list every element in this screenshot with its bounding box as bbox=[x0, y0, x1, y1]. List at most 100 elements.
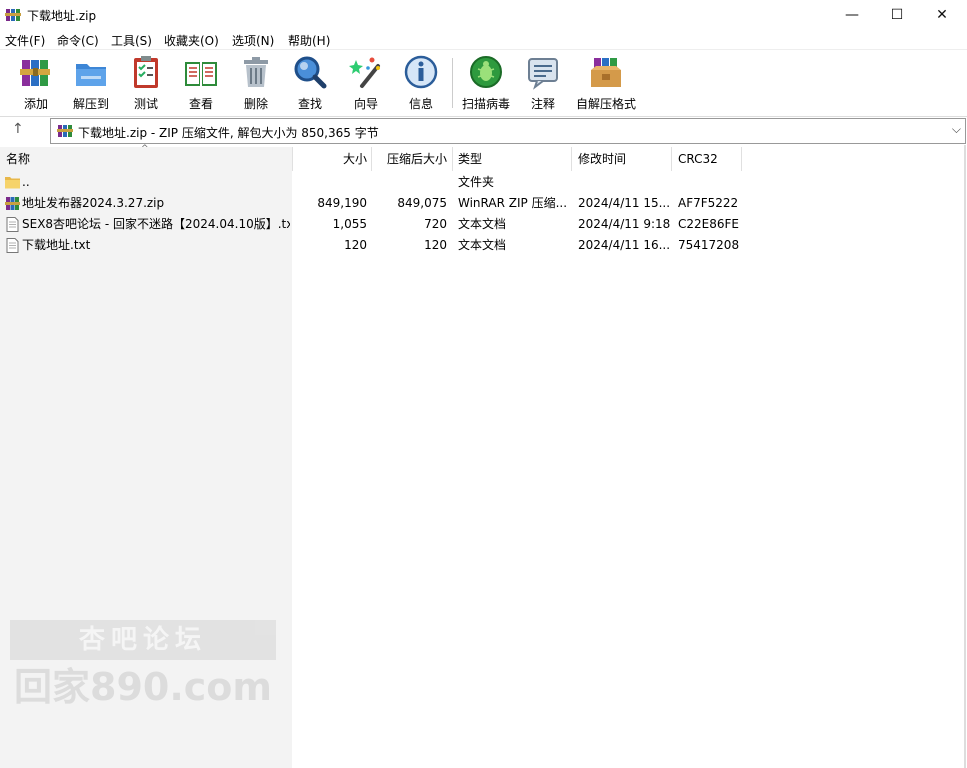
test-label: 测试 bbox=[133, 97, 158, 111]
extract-to-button[interactable]: 解压到 bbox=[71, 54, 111, 112]
menu-help[interactable]: 帮助(H) bbox=[288, 32, 330, 49]
path-field[interactable]: 下载地址.zip - ZIP 压缩文件, 解包大小为 850,365 字节 ⌵ bbox=[50, 118, 966, 144]
virus-scan-icon bbox=[470, 56, 502, 88]
delete-button[interactable]: 删除 bbox=[238, 54, 274, 112]
folder-icon bbox=[5, 177, 20, 189]
file-packed-size: 120 bbox=[424, 238, 447, 252]
file-type: 文件夹 bbox=[458, 175, 495, 189]
virus-scan-button[interactable]: 扫描病毒 bbox=[460, 54, 512, 112]
chevron-down-icon[interactable]: ⌵ bbox=[952, 122, 961, 137]
toolbar-separator bbox=[452, 58, 453, 108]
file-packed-size: 849,075 bbox=[397, 196, 447, 210]
file-crc32: C22E86FE bbox=[678, 217, 739, 231]
file-packed-size bbox=[372, 172, 447, 193]
menu-tools[interactable]: 工具(S) bbox=[111, 32, 152, 49]
file-modified: 2024/4/11 9:18 bbox=[578, 217, 670, 231]
close-button[interactable]: ✕ bbox=[919, 0, 965, 30]
comment-label: 注释 bbox=[530, 97, 555, 111]
up-arrow-icon[interactable]: ↑ bbox=[12, 121, 24, 137]
find-button[interactable]: 查找 bbox=[292, 54, 328, 112]
file-packed-size: 720 bbox=[424, 217, 447, 231]
header-divider[interactable] bbox=[452, 147, 453, 171]
add-label: 添加 bbox=[23, 97, 48, 111]
header-divider[interactable] bbox=[671, 147, 672, 171]
header-divider[interactable] bbox=[741, 147, 742, 171]
wizard-label: 向导 bbox=[353, 97, 378, 111]
file-row-parent[interactable]: .. 文件夹 bbox=[0, 172, 745, 193]
file-row[interactable]: SEX8杏吧论坛 - 回家不迷路【2024.04.10版】.txt 1,055 … bbox=[0, 214, 745, 235]
wizard-button[interactable]: 向导 bbox=[348, 54, 384, 112]
file-modified bbox=[578, 172, 670, 193]
watermark-bottom-text: 回家890.com bbox=[14, 665, 272, 709]
info-icon bbox=[404, 55, 438, 89]
header-type[interactable]: 类型 bbox=[458, 147, 482, 171]
extract-folder-icon bbox=[76, 64, 106, 86]
test-clipboard-icon bbox=[134, 56, 158, 88]
archive-path: 下载地址.zip - ZIP 压缩文件, 解包大小为 850,365 字节 bbox=[78, 126, 379, 140]
file-name: .. bbox=[22, 175, 30, 189]
find-label: 查找 bbox=[297, 97, 322, 111]
add-button[interactable]: 添加 bbox=[16, 54, 56, 112]
menu-file[interactable]: 文件(F) bbox=[5, 32, 45, 49]
view-book-icon bbox=[185, 62, 217, 86]
scroll-edge bbox=[964, 145, 966, 768]
zip-archive-icon bbox=[57, 125, 73, 137]
file-crc32: 75417208 bbox=[678, 238, 740, 252]
delete-label: 删除 bbox=[243, 97, 268, 111]
trash-icon bbox=[244, 57, 268, 87]
maximize-button[interactable]: ☐ bbox=[874, 0, 920, 30]
title-bar: 下载地址.zip — ☐ ✕ bbox=[0, 0, 967, 30]
header-modified[interactable]: 修改时间 bbox=[578, 147, 626, 171]
view-label: 查看 bbox=[188, 97, 213, 111]
magnifier-icon bbox=[294, 56, 327, 89]
header-crc32[interactable]: CRC32 bbox=[678, 147, 718, 171]
add-archive-icon bbox=[20, 60, 50, 86]
file-row[interactable]: 地址发布器2024.3.27.zip 849,190 849,075 WinRA… bbox=[0, 193, 745, 214]
comment-button[interactable]: 注释 bbox=[525, 54, 561, 112]
menu-bar: 文件(F) 命令(C) 工具(S) 收藏夹(O) 选项(N) 帮助(H) bbox=[0, 30, 967, 49]
file-size bbox=[293, 172, 367, 193]
file-crc32: AF7F5222 bbox=[678, 196, 739, 210]
window-title: 下载地址.zip bbox=[27, 9, 97, 23]
toolbar: 添加 解压到 测试 查看 删除 查找 向导 信息 扫描病毒 注释 自解压格式 bbox=[0, 49, 967, 117]
minimize-button[interactable]: — bbox=[829, 0, 875, 30]
comment-icon bbox=[528, 58, 558, 90]
file-type: 文本文档 bbox=[458, 238, 507, 252]
file-size: 1,055 bbox=[332, 217, 367, 231]
winrar-app-icon bbox=[5, 9, 21, 21]
watermark-top-text: 杏吧论坛 bbox=[10, 620, 276, 660]
virus-scan-label: 扫描病毒 bbox=[461, 97, 510, 111]
file-size: 120 bbox=[344, 238, 367, 252]
menu-commands[interactable]: 命令(C) bbox=[57, 32, 99, 49]
wizard-wand-icon bbox=[349, 57, 380, 88]
header-divider[interactable] bbox=[571, 147, 572, 171]
menu-options[interactable]: 选项(N) bbox=[232, 32, 274, 49]
zip-archive-icon bbox=[5, 197, 20, 210]
file-name: 下载地址.txt bbox=[22, 238, 91, 252]
file-type: WinRAR ZIP 压缩... bbox=[458, 196, 568, 210]
text-file-icon bbox=[6, 238, 19, 253]
info-label: 信息 bbox=[408, 97, 433, 111]
file-size: 849,190 bbox=[317, 196, 367, 210]
header-size[interactable]: 大小 bbox=[293, 147, 367, 171]
sfx-button[interactable]: 自解压格式 bbox=[576, 54, 636, 112]
test-button[interactable]: 测试 bbox=[128, 54, 164, 112]
view-button[interactable]: 查看 bbox=[179, 54, 223, 112]
file-modified: 2024/4/11 15... bbox=[578, 196, 670, 210]
file-row[interactable]: 下载地址.txt 120 120 文本文档 2024/4/11 16... 75… bbox=[0, 235, 745, 256]
file-modified: 2024/4/11 16... bbox=[578, 238, 670, 252]
sort-ascending-icon: ^ bbox=[141, 144, 149, 154]
info-button[interactable]: 信息 bbox=[403, 54, 439, 112]
header-name[interactable]: 名称 bbox=[6, 147, 30, 171]
watermark: 杏吧论坛 回家890.com bbox=[10, 620, 276, 710]
sfx-label: 自解压格式 bbox=[576, 97, 637, 111]
header-packed-size[interactable]: 压缩后大小 bbox=[372, 147, 447, 171]
file-name: SEX8杏吧论坛 - 回家不迷路【2024.04.10版】.txt bbox=[22, 217, 290, 231]
file-crc32 bbox=[678, 172, 740, 193]
menu-favorites[interactable]: 收藏夹(O) bbox=[164, 32, 219, 49]
extract-to-label: 解压到 bbox=[72, 97, 109, 111]
sfx-box-icon bbox=[591, 58, 621, 87]
file-type: 文本文档 bbox=[458, 217, 507, 231]
address-bar: ↑ 下载地址.zip - ZIP 压缩文件, 解包大小为 850,365 字节 … bbox=[0, 117, 967, 144]
text-file-icon bbox=[6, 217, 19, 232]
